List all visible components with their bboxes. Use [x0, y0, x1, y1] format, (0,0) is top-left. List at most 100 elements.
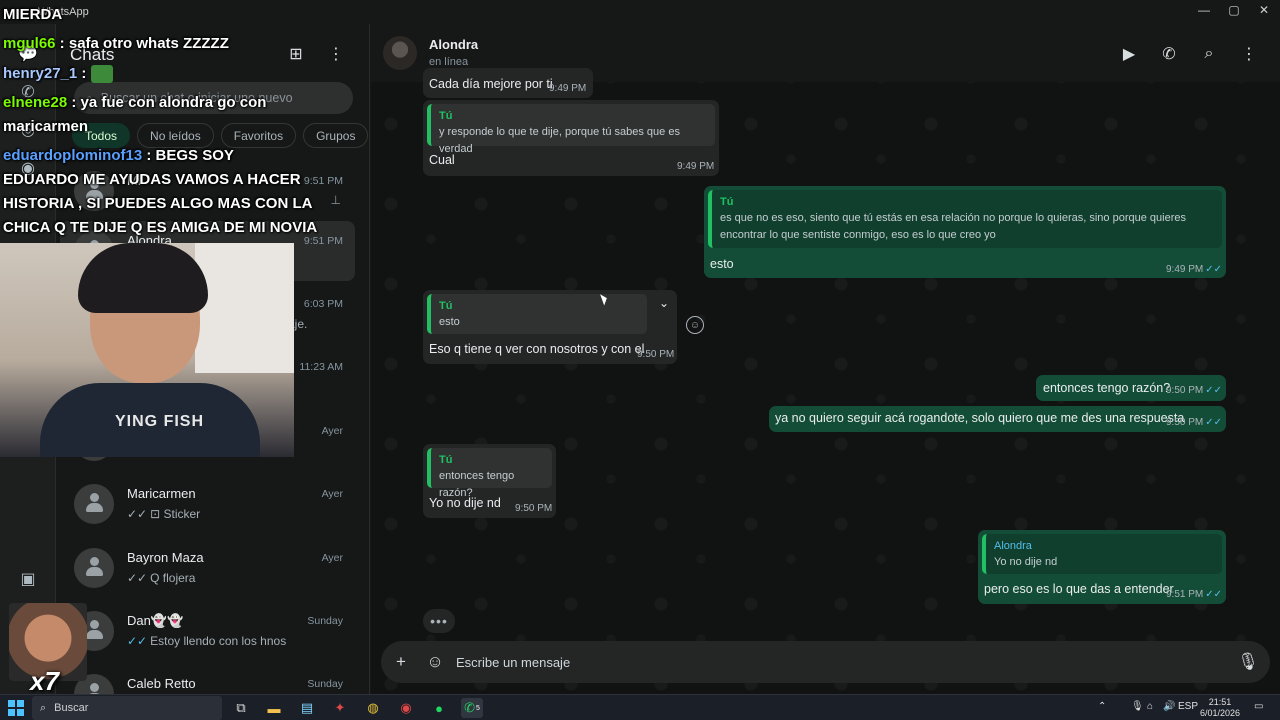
new-chat-icon[interactable]: ⊞ [286, 44, 306, 64]
attach-plus-icon[interactable]: + [390, 651, 412, 673]
outgoing-message[interactable]: Alondra Yo no dije nd pero eso es lo que… [978, 530, 1226, 604]
quoted-text: y responde lo que te dije, porque tú sab… [439, 126, 680, 155]
chat-search-box[interactable]: ⌕ [74, 82, 353, 114]
outgoing-message[interactable]: entonces tengo razón? 9:50 PM ✓✓ [1036, 375, 1226, 401]
filter-favorites-chip[interactable]: Favoritos [220, 123, 297, 148]
quoted-text: Yo no dije nd [994, 556, 1058, 568]
read-ticks-icon: ✓✓ [127, 507, 148, 521]
contact-avatar[interactable] [383, 36, 417, 70]
voice-call-icon[interactable]: ✆ [1158, 43, 1180, 65]
react-emoji-icon[interactable]: ☺ [686, 316, 704, 334]
message-text: entonces tengo razón? [1043, 381, 1171, 395]
read-ticks-icon: ✓✓ [127, 571, 148, 585]
video-call-icon[interactable]: ▶ [1118, 43, 1140, 65]
outgoing-message[interactable]: Tú es que no es eso, siento que tú estás… [704, 186, 1226, 278]
whatsapp-taskbar-icon[interactable]: ✆ 5 [461, 698, 483, 718]
file-explorer-icon[interactable]: ▬ [263, 698, 285, 718]
whatsapp-desktop-screen: WhatsApp — ▢ ✕ 💬 ✆ ◎ ◉ ▣ Chats ⊞ ⋮ ⌕ Tod… [0, 0, 1280, 720]
incoming-message-hovered[interactable]: Tú esto ⌄ Eso q tiene q ver con nosotros… [423, 290, 677, 364]
contact-status: en línea [429, 56, 469, 68]
message-time: 9:49 PM [677, 161, 715, 172]
message-time: 9:49 PM [549, 83, 587, 94]
notifications-icon[interactable]: ▭ [1254, 701, 1263, 712]
chat-name: Caleb Retto [127, 676, 196, 691]
message-text: pero eso es lo que das a entender [984, 582, 1174, 596]
message-composer: + ☺ 🎙 [381, 641, 1270, 683]
sticker-icon: ⊡ [150, 507, 164, 521]
microphone-icon[interactable]: 🎙 [1237, 651, 1259, 673]
chat-list-title: Chats [70, 45, 115, 64]
menu-kebab-icon[interactable]: ⋮ [326, 44, 346, 64]
incoming-message[interactable]: Cada día mejore por ti 9:49 PM [423, 68, 593, 98]
menu-kebab-icon[interactable]: ⋮ [1238, 43, 1260, 65]
message-time: 9:49 PM ✓✓ [1166, 264, 1223, 275]
microphone-icon[interactable]: 🎙 [1131, 701, 1144, 712]
app-icon[interactable]: ✦ [329, 698, 351, 718]
channels-icon[interactable]: ◉ [18, 158, 38, 178]
language-indicator[interactable]: ESP [1178, 701, 1198, 712]
message-text: Cada día mejore por ti [429, 77, 553, 91]
filter-all-chip[interactable]: Todos [72, 123, 131, 148]
volume-icon[interactable]: 🔊 [1163, 701, 1175, 712]
chat-list-item-maricarmen[interactable]: Maricarmen Ayer ✓✓ ⊡ Sticker [60, 474, 355, 534]
status-icon[interactable]: ◎ [18, 120, 38, 140]
message-input[interactable] [456, 651, 1226, 673]
calls-icon[interactable]: ✆ [18, 82, 38, 102]
message-options-chevron-icon[interactable]: ⌄ [659, 296, 669, 310]
contact-name[interactable]: Alondra [429, 37, 478, 52]
windows-taskbar: ⌕ Buscar ⧉ ▬ ▤ ✦ ◍ ◉ ● ✆ 5 ⌃ 🎙 ⌂ 🔊 ESP 21… [0, 694, 1280, 720]
taskbar-search-box[interactable]: ⌕ Buscar [32, 696, 222, 720]
notepad-icon[interactable]: ▤ [296, 698, 318, 718]
chat-time: Sunday [307, 678, 343, 690]
search-icon: ⌕ [40, 701, 47, 714]
tray-overflow-chevron-icon[interactable]: ⌃ [1098, 701, 1106, 712]
chat-list-item-bayron-maza[interactable]: Bayron Maza Ayer ✓✓ Q flojera [60, 538, 355, 598]
read-ticks-icon: ✓✓ [1205, 385, 1223, 396]
chat-preview-text: Q flojera [150, 571, 196, 585]
chats-icon[interactable]: 💬 [18, 44, 38, 64]
media-gallery-icon[interactable]: ▣ [18, 569, 38, 589]
chat-time: 9:51 PM [303, 175, 343, 187]
typing-indicator: ••• [423, 609, 455, 633]
task-view-icon[interactable]: ⧉ [230, 698, 252, 718]
chat-name: Dan👻👻 [127, 613, 184, 628]
chrome-icon[interactable]: ◍ [362, 698, 384, 718]
taskbar-clock[interactable]: 21:51 6/01/2026 [1198, 697, 1242, 719]
emote-counter-label: x7 [30, 666, 59, 696]
avatar [74, 171, 114, 211]
quoted-reply[interactable]: Tú es que no es eso, siento que tú estás… [708, 190, 1222, 248]
quoted-reply[interactable]: Tú entonces tengo razón? [427, 448, 552, 499]
message-text: ya no quiero seguir acá rogandote, solo … [775, 411, 1185, 425]
chat-time: Sunday [307, 615, 343, 627]
close-window-button[interactable]: ✕ [1246, 0, 1280, 20]
emoji-sticker-icon[interactable]: ☺ [424, 651, 446, 673]
chat-time: Ayer [321, 425, 343, 437]
quoted-reply[interactable]: Alondra Yo no dije nd [982, 534, 1222, 574]
quoted-author: Tú [439, 454, 453, 466]
quoted-reply[interactable]: Tú esto [427, 294, 647, 334]
outgoing-message[interactable]: ya no quiero seguir acá rogandote, solo … [769, 406, 1226, 432]
windows-start-icon[interactable] [8, 700, 24, 716]
chat-search-input[interactable] [100, 91, 331, 105]
message-time: 9:50 PM [515, 503, 553, 514]
read-ticks-icon: ✓✓ [1205, 264, 1223, 275]
chat-time: Ayer [321, 552, 343, 564]
pin-icon: ⊥ [330, 193, 341, 207]
chat-list-item[interactable]: Mi 9:51 PM ⊥ [60, 161, 355, 221]
search-icon: ⌕ [86, 90, 93, 105]
network-icon[interactable]: ⌂ [1147, 701, 1153, 712]
spotify-icon[interactable]: ● [428, 698, 450, 718]
chat-list-item-dan[interactable]: Dan👻👻 Sunday ✓✓ Estoy llendo con los hnos [60, 601, 355, 661]
chat-time: 9:51 PM [303, 235, 343, 247]
incoming-message[interactable]: Tú entonces tengo razón? Yo no dije nd 9… [423, 444, 556, 518]
obs-icon[interactable]: ◉ [395, 698, 417, 718]
filter-unread-chip[interactable]: No leídos [137, 123, 214, 148]
search-icon[interactable]: ⌕ [1198, 43, 1220, 65]
chat-list-item-caleb-retto[interactable]: Caleb Retto Sunday [60, 664, 355, 694]
chat-filter-chips: Todos No leídos Favoritos Grupos [72, 123, 369, 148]
filter-groups-chip[interactable]: Grupos [303, 123, 369, 148]
incoming-message[interactable]: Tú y responde lo que te dije, porque tú … [423, 100, 719, 176]
quoted-reply[interactable]: Tú y responde lo que te dije, porque tú … [427, 104, 715, 155]
webcam-streamer-hair [78, 243, 208, 313]
read-ticks-icon: ✓✓ [127, 634, 148, 648]
